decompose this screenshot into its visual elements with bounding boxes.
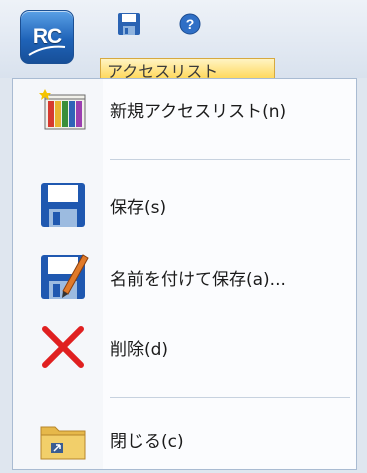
quick-help-button[interactable]: ? <box>178 12 202 40</box>
menu-separator <box>110 159 350 160</box>
application-button[interactable]: RC <box>20 10 74 64</box>
menu-item-label: 名前を付けて保存(a)... <box>110 269 286 290</box>
delete-x-icon <box>42 326 84 368</box>
svg-text:?: ? <box>186 16 195 32</box>
menu-item-label: 削除(d) <box>110 339 169 360</box>
ribbon-bar: RC ? アクセスリスト <box>0 0 367 78</box>
menu-item-new-access-list[interactable]: 新規アクセスリスト(n) <box>13 79 356 139</box>
floppy-disk-icon <box>41 183 85 227</box>
floppy-disk-icon <box>118 13 140 35</box>
menu-item-delete[interactable]: 削除(d) <box>13 317 356 377</box>
close-folder-icon <box>40 426 86 460</box>
menu-item-label: 閉じる(c) <box>110 431 184 452</box>
application-menu: 新規アクセスリスト(n) 保存(s) 名前を付けて保存(a)... 削除(d) <box>12 78 357 470</box>
menu-item-label: 新規アクセスリスト(n) <box>110 101 287 122</box>
tab-access-list[interactable]: アクセスリスト <box>100 58 275 78</box>
save-as-icon <box>41 254 89 299</box>
help-icon: ? <box>179 13 201 35</box>
menu-item-save-as[interactable]: 名前を付けて保存(a)... <box>13 247 356 307</box>
quick-save-button[interactable] <box>117 12 141 40</box>
new-book-list-icon <box>39 89 86 130</box>
menu-separator <box>110 397 350 398</box>
menu-item-label: 保存(s) <box>110 197 167 218</box>
menu-item-save[interactable]: 保存(s) <box>13 175 356 235</box>
menu-item-close[interactable]: 閉じる(c) <box>13 409 356 469</box>
app-logo-icon <box>28 45 66 56</box>
